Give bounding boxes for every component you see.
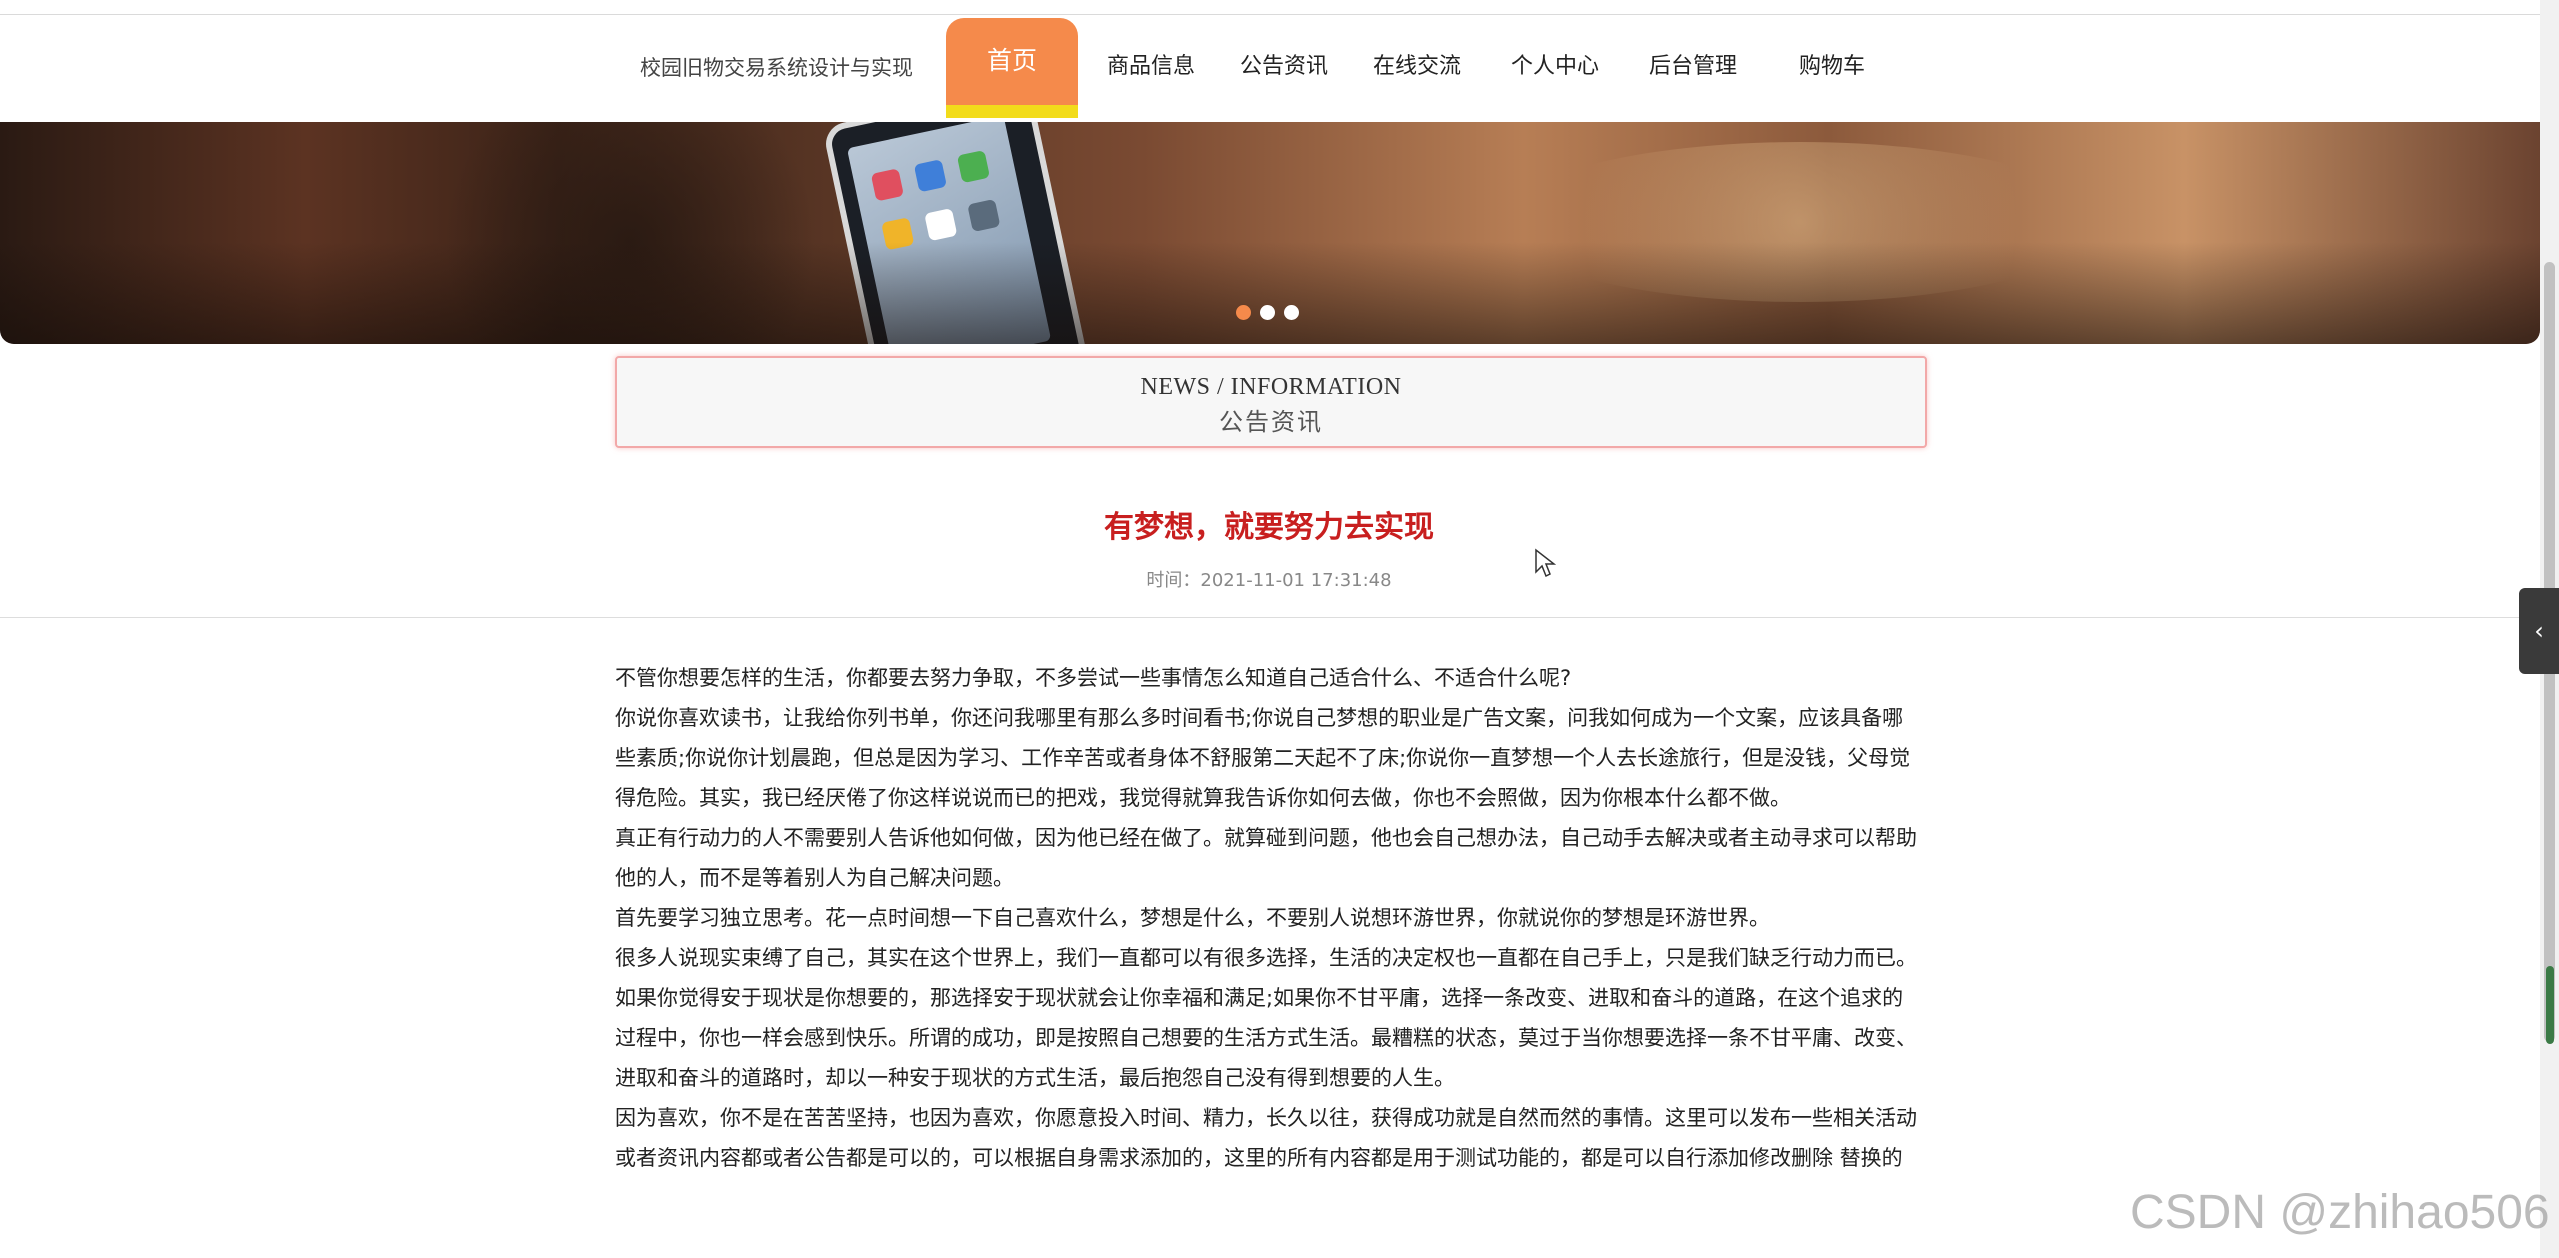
nav-active-underline (946, 105, 1078, 118)
top-border-line (0, 14, 2559, 15)
article-paragraph: 很多人说现实束缚了自己，其实在这个世界上，我们一直都可以有很多选择，生活的决定权… (615, 946, 1917, 970)
article-paragraph: 如果你觉得安于现状是你想要的，那选择安于现状就会让你幸福和满足;如果你不甘平庸，… (615, 986, 1917, 1090)
phone-app-icon (956, 149, 991, 184)
article-time: 时间：2021-11-01 17:31:48 (1146, 570, 1392, 591)
nav-item-products[interactable]: 商品信息 (1107, 48, 1195, 80)
nav-item-admin[interactable]: 后台管理 (1649, 48, 1737, 80)
section-title-en: NEWS / INFORMATION (1140, 374, 1402, 400)
nav-item-home-label: 首页 (986, 46, 1037, 75)
nav-item-home[interactable]: 首页 (946, 18, 1078, 118)
carousel-dot-3[interactable] (1284, 305, 1299, 320)
phone-app-icon (913, 159, 948, 193)
article-paragraph: 真正有行动力的人不需要别人告诉他如何做，因为他已经在做了。就算碰到问题，他也会自… (615, 826, 1917, 890)
nav-item-news[interactable]: 公告资讯 (1240, 48, 1328, 80)
banner-carousel[interactable] (0, 122, 2540, 344)
scrollbar-indicator (2546, 966, 2554, 1044)
article-paragraph: 因为喜欢，你不是在苦苦坚持，也因为喜欢，你愿意投入时间、精力，长久以往，获得成功… (615, 1106, 1917, 1170)
nav-item-profile[interactable]: 个人中心 (1511, 48, 1599, 80)
nav-item-chat[interactable]: 在线交流 (1373, 48, 1461, 80)
article-title: 有梦想，就要努力去实现 (1104, 510, 1434, 545)
top-navbar: 校园旧物交易系统设计与实现 首页 商品信息 公告资讯 在线交流 个人中心 后台管… (0, 0, 2559, 123)
page: 校园旧物交易系统设计与实现 首页 商品信息 公告资讯 在线交流 个人中心 后台管… (0, 0, 2559, 1258)
section-title-cn: 公告资讯 (1219, 408, 1323, 436)
nav-item-cart[interactable]: 购物车 (1799, 48, 1865, 80)
article-divider (0, 617, 2540, 618)
phone-app-icon (870, 168, 904, 202)
site-title: 校园旧物交易系统设计与实现 (640, 56, 913, 80)
banner-vignette (0, 242, 2540, 344)
phone-app-icon (967, 198, 1001, 233)
chevron-left-icon: ‹ (2534, 617, 2544, 645)
article-paragraph: 不管你想要怎样的生活，你都要去努力争取，不多尝试一些事情怎么知道自己适合什么、不… (615, 666, 1572, 690)
article-body: 不管你想要怎样的生活，你都要去努力争取，不多尝试一些事情怎么知道自己适合什么、不… (615, 658, 1923, 1178)
side-panel-toggle[interactable]: ‹ (2519, 588, 2559, 674)
article-paragraph: 你说你喜欢读书，让我给你列书单，你还问我哪里有那么多时间看书;你说自己梦想的职业… (615, 706, 1911, 810)
carousel-dot-2[interactable] (1260, 305, 1275, 320)
watermark: CSDN @zhihao506 (2130, 1186, 2550, 1239)
phone-app-icon (924, 208, 958, 242)
section-header-box: NEWS / INFORMATION 公告资讯 (615, 356, 1927, 448)
mouse-cursor-icon (1535, 548, 1556, 578)
carousel-dots (1236, 302, 1308, 320)
carousel-dot-1[interactable] (1236, 305, 1251, 320)
article-paragraph: 首先要学习独立思考。花一点时间想一下自己喜欢什么，梦想是什么，不要别人说想环游世… (615, 906, 1770, 930)
